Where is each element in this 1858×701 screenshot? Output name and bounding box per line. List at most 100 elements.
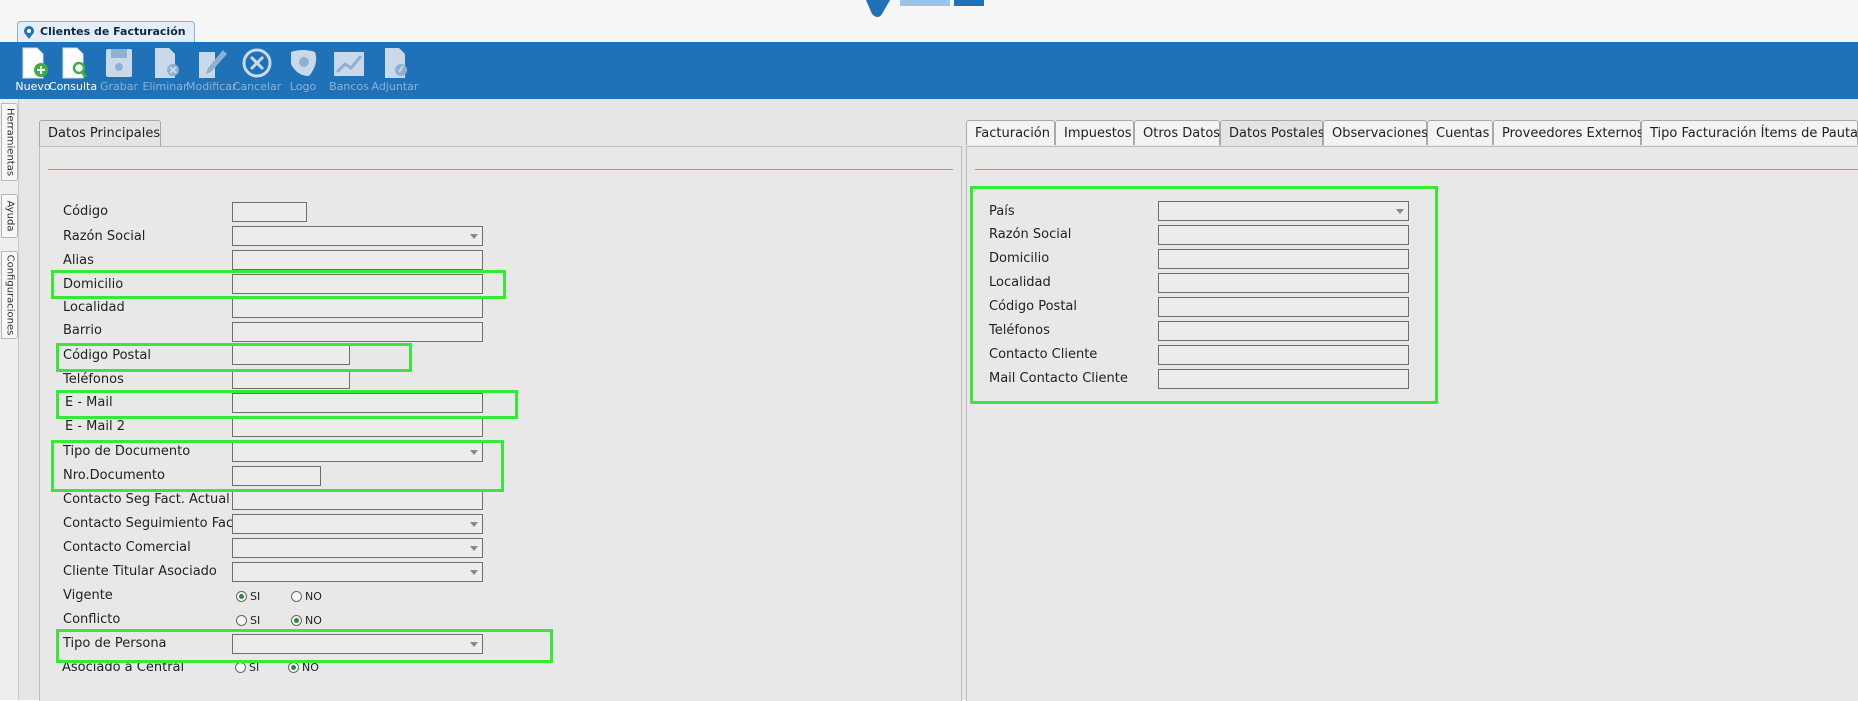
tab-label: Facturación (975, 126, 1050, 141)
asociado-no-label: NO (302, 661, 319, 674)
highlight-datos-postales (970, 186, 1438, 404)
sidebar-item-configuraciones[interactable]: Configuraciones (1, 251, 18, 339)
panel-separator (48, 169, 953, 170)
document-tab[interactable]: Clientes de Facturación (17, 21, 195, 42)
vigente-label: Vigente (63, 588, 113, 603)
tab-otros-datos[interactable]: Otros Datos (1134, 120, 1220, 145)
sidebar-item-label: Configuraciones (4, 254, 15, 336)
highlight-domicilio (51, 270, 506, 299)
save-disk-icon (106, 49, 132, 77)
delete-document-icon (155, 48, 179, 78)
sidebar-item-herramientas[interactable]: Herramientas (1, 103, 18, 181)
tab-label: Otros Datos (1143, 126, 1221, 141)
bancos-button[interactable]: Bancos (324, 46, 374, 98)
asociado-si-radio[interactable] (235, 662, 246, 673)
contacto-seguimiento-label: Contacto Seguimiento Fact. (63, 516, 243, 531)
contacto-seguimiento-select[interactable] (232, 514, 483, 534)
tab-label: Proveedores Externos (1502, 126, 1644, 141)
tab-label: Observaciones (1332, 126, 1428, 141)
modificar-label: Modificar (186, 80, 237, 93)
asociado-no-radio[interactable] (288, 662, 299, 673)
eliminar-label: Eliminar (142, 80, 188, 93)
contacto-comercial-select[interactable] (232, 538, 483, 558)
barrio-field[interactable] (232, 322, 483, 342)
tab-label: Impuestos (1064, 126, 1132, 141)
panel-separator (975, 169, 1858, 170)
tab-observaciones[interactable]: Observaciones (1323, 120, 1428, 145)
vigente-si-label: SI (250, 590, 261, 603)
highlight-tipo-documento (51, 440, 504, 492)
conflicto-si-radio[interactable] (236, 615, 247, 626)
chart-bank-icon (334, 52, 364, 76)
razon-social-label: Razón Social (63, 229, 146, 244)
eliminar-button[interactable]: Eliminar (140, 46, 190, 98)
email2-label: E - Mail 2 (65, 419, 125, 434)
tab-datos-principales[interactable]: Datos Principales (39, 120, 161, 146)
vigente-no-label: NO (305, 590, 322, 603)
logo-icon (291, 50, 317, 76)
email2-field[interactable] (232, 417, 483, 437)
conflicto-label: Conflicto (63, 612, 121, 627)
sidebar: Herramientas Ayuda Configuraciones (0, 99, 19, 700)
localidad-label: Localidad (63, 300, 125, 315)
consulta-label: Consulta (48, 80, 98, 93)
adjuntar-button[interactable]: Adjuntar (370, 46, 420, 98)
conflicto-si-label: SI (250, 614, 261, 627)
logo-button[interactable]: Logo (278, 46, 328, 98)
cliente-titular-label: Cliente Titular Asociado (63, 564, 217, 579)
barrio-label: Barrio (63, 323, 102, 338)
tab-tipo-facturacion-items[interactable]: Tipo Facturación Ítems de Pautas (1641, 120, 1858, 145)
cancelar-button[interactable]: Cancelar (232, 46, 282, 98)
alias-field[interactable] (232, 250, 483, 270)
localidad-field[interactable] (232, 298, 483, 318)
grabar-label: Grabar (99, 80, 139, 93)
logo-label: Logo (289, 80, 317, 93)
codigo-field[interactable] (232, 202, 307, 222)
telefonos-field[interactable] (232, 369, 350, 389)
vigente-no-radio[interactable] (291, 591, 302, 602)
tab-label: Cuentas (1436, 126, 1490, 141)
tab-cuentas[interactable]: Cuentas (1427, 120, 1493, 145)
cliente-titular-select[interactable] (232, 562, 483, 582)
tab-proveedores-externos[interactable]: Proveedores Externos (1493, 120, 1644, 145)
toolbar: Nuevo Consulta Grabar Eliminar Modificar… (0, 42, 1858, 99)
app-pin-icon (24, 26, 34, 39)
alias-label: Alias (63, 253, 94, 268)
sidebar-item-ayuda[interactable]: Ayuda (1, 194, 18, 238)
edit-pencil-icon (199, 50, 227, 78)
asociado-si-label: SI (249, 661, 260, 674)
consulta-button[interactable]: Consulta (48, 46, 98, 98)
tab-facturacion[interactable]: Facturación (966, 120, 1055, 145)
new-document-icon (22, 47, 48, 79)
document-tab-label: Clientes de Facturación (40, 25, 186, 38)
tab-label: Tipo Facturación Ítems de Pautas (1650, 126, 1858, 141)
bancos-label: Bancos (329, 80, 369, 93)
codigo-label: Código (63, 204, 109, 219)
datos-principales-panel (39, 146, 962, 701)
conflicto-no-label: NO (305, 614, 322, 627)
grabar-button[interactable]: Grabar (94, 46, 144, 98)
highlight-codigo-postal (56, 343, 412, 372)
conflicto-no-radio[interactable] (291, 615, 302, 626)
highlight-tipo-persona (56, 629, 553, 663)
sidebar-item-label: Ayuda (4, 200, 15, 232)
telefonos-label: Teléfonos (63, 372, 124, 387)
contacto-seg-fact-actual-label: Contacto Seg Fact. Actual (63, 492, 230, 507)
highlight-email (56, 390, 518, 419)
adjuntar-label: Adjuntar (371, 80, 419, 93)
modificar-button[interactable]: Modificar (186, 46, 237, 98)
tab-label: Datos Postales (1229, 126, 1325, 141)
contacto-comercial-label: Contacto Comercial (63, 540, 191, 555)
tab-datos-postales[interactable]: Datos Postales (1220, 120, 1325, 146)
sidebar-item-label: Herramientas (4, 107, 15, 177)
contacto-seg-fact-actual-field[interactable] (232, 490, 483, 510)
vigente-si-radio[interactable] (236, 591, 247, 602)
attach-document-icon (385, 48, 407, 78)
razon-social-select[interactable] (232, 226, 483, 246)
tab-impuestos[interactable]: Impuestos (1055, 120, 1134, 145)
tab-label: Datos Principales (48, 126, 161, 141)
cancel-circle-icon (242, 48, 272, 78)
app-logo-icon (866, 0, 984, 17)
search-document-icon (62, 47, 88, 79)
cancelar-label: Cancelar (232, 80, 282, 93)
